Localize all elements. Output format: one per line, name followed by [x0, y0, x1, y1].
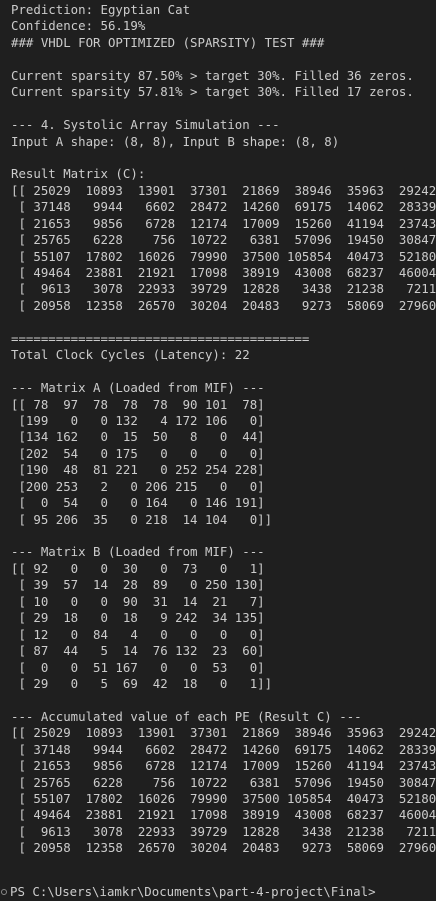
- output-line: ### VHDL FOR OPTIMIZED (SPARSITY) TEST #…: [11, 34, 325, 50]
- output-line: [ 20958 12358 26570 30204 20483 9273 580…: [11, 297, 436, 313]
- output-line: [ 49464 23881 21921 17098 38919 43008 68…: [11, 265, 436, 280]
- output-line: [ 55107 17802 16026 79990 37500 105854 4…: [11, 791, 436, 806]
- output-line: [190 48 81 221 0 252 254 228]: [11, 462, 265, 478]
- output-line: [ 49464 23881 21921 17098 38919 43008 68…: [11, 807, 436, 823]
- output-line: --- Matrix A (Loaded from MIF) ---: [11, 380, 265, 396]
- output-line: [ 95 206 35 0 218 14 104 0]]: [11, 511, 273, 527]
- output-line: Total Clock Cycles (Latency): 22: [11, 347, 250, 363]
- output-line: [ 12 0 84 4 0 0 0 0]: [11, 626, 265, 642]
- output-line: [ 0 54 0 0 164 0 146 191]: [11, 495, 265, 511]
- output-line: [ 9613 3078 22933 39729 12828 3438 21238…: [11, 823, 436, 839]
- output-line: ========================================: [11, 330, 310, 346]
- output-line: Result Matrix (C):: [11, 166, 146, 182]
- output-line: --- 4. Systolic Array Simulation ---: [11, 117, 280, 133]
- output-line: [134 162 0 15 50 8 0 44]: [11, 429, 265, 445]
- output-line: --- Accumulated value of each PE (Result…: [11, 708, 362, 724]
- prompt-text: PS C:\Users\iamkr\Documents\part-4-proje…: [10, 883, 376, 899]
- prompt-line[interactable]: PS C:\Users\iamkr\Documents\part-4-proje…: [0, 884, 376, 900]
- output-line: [ 39 57 14 28 89 0 250 130]: [11, 577, 265, 593]
- output-line: [[ 25029 10893 13901 37301 21869 38946 3…: [11, 725, 436, 741]
- output-line: [ 25765 6228 756 10722 6381 57096 19450 …: [11, 232, 436, 248]
- output-line: [ 55107 17802 16026 79990 37500 105854 4…: [11, 248, 436, 264]
- output-line: [ 21653 9856 6728 12174 17009 15260 4119…: [11, 758, 436, 774]
- output-line: [[ 92 0 0 30 0 73 0 1]: [11, 560, 265, 576]
- output-line: Input A shape: (8, 8), Input B shape: (8…: [11, 133, 340, 149]
- output-line: [ 10 0 0 90 31 14 21 7]: [11, 593, 265, 609]
- output-line: Prediction: Egyptian Cat: [11, 2, 191, 17]
- command-status-icon[interactable]: [1, 888, 7, 895]
- output-line: Current sparsity 87.50% > target 30%. Fi…: [11, 67, 414, 83]
- output-line: [ 37148 9944 6602 28472 14260 69175 1406…: [11, 199, 436, 215]
- output-line: [[ 78 97 78 78 78 90 101 78]: [11, 396, 265, 412]
- terminal-output[interactable]: Prediction: Egyptian Cat Confidence: 56.1…: [0, 0, 436, 901]
- output-line: Confidence: 56.19%: [11, 18, 146, 34]
- output-line: [ 87 44 5 14 76 132 23 60]: [11, 643, 265, 659]
- output-line: [202 54 0 175 0 0 0 0]: [11, 445, 265, 461]
- output-line: [199 0 0 132 4 172 106 0]: [11, 412, 265, 428]
- output-lines: Prediction: Egyptian Cat Confidence: 56.1…: [11, 2, 436, 857]
- output-line: [ 37148 9944 6602 28472 14260 69175 1406…: [11, 741, 436, 757]
- output-line: --- Matrix B (Loaded from MIF) ---: [11, 544, 265, 560]
- output-line: [[ 25029 10893 13901 37301 21869 38946 3…: [11, 182, 436, 198]
- output-line: Current sparsity 57.81% > target 30%. Fi…: [11, 84, 414, 100]
- output-line: [ 20958 12358 26570 30204 20483 9273 580…: [11, 840, 436, 856]
- output-line: [ 29 18 0 18 9 242 34 135]: [11, 610, 265, 626]
- output-line: [ 29 0 5 69 42 18 0 1]]: [11, 675, 273, 691]
- output-line: [ 25765 6228 756 10722 6381 57096 19450 …: [11, 774, 436, 790]
- output-line: [ 0 0 51 167 0 0 53 0]: [11, 659, 265, 675]
- output-line: [ 21653 9856 6728 12174 17009 15260 4119…: [11, 215, 436, 231]
- output-line: [200 253 2 0 206 215 0 0]: [11, 478, 265, 494]
- output-line: [ 9613 3078 22933 39729 12828 3438 21238…: [11, 281, 436, 297]
